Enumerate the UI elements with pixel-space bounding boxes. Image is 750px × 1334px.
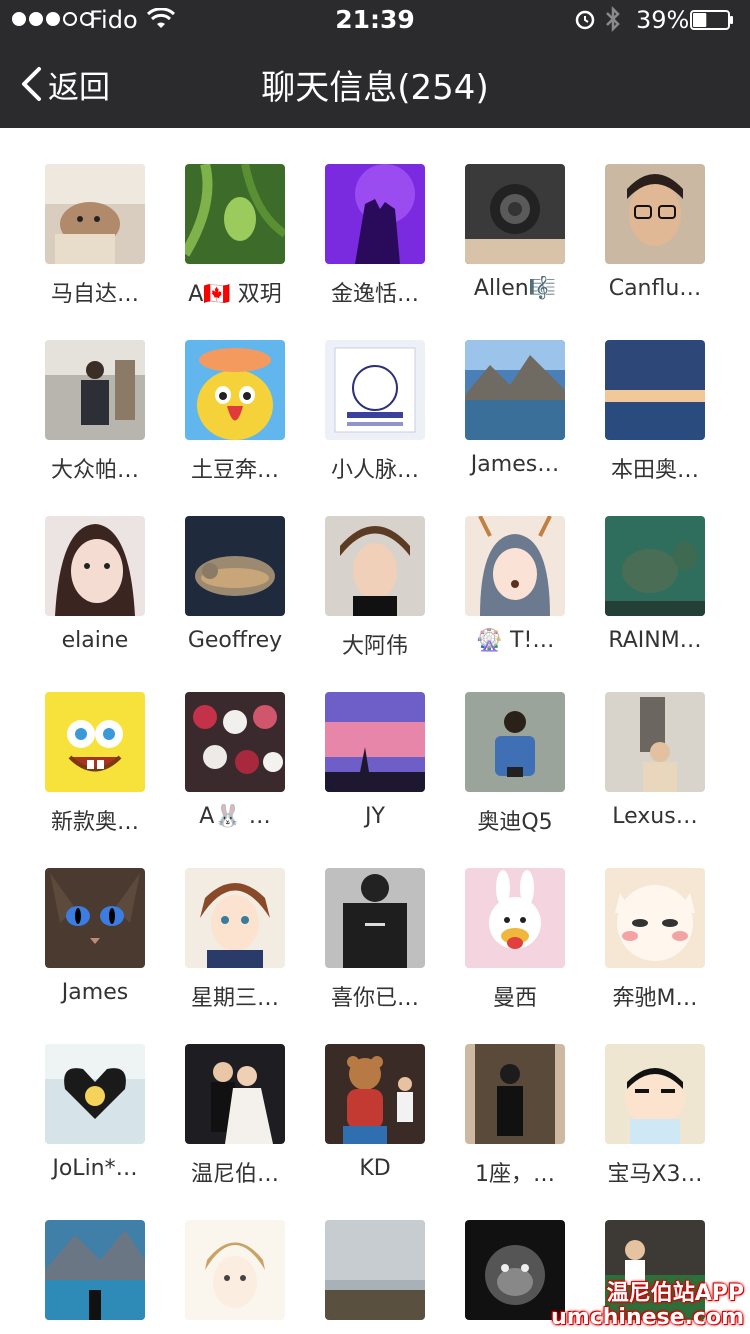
group-member[interactable]: 喜你已… [305, 832, 445, 1011]
member-avatar[interactable] [185, 340, 285, 440]
group-member[interactable]: RAINM… [585, 480, 725, 656]
member-avatar[interactable] [605, 868, 705, 968]
member-avatar[interactable] [325, 340, 425, 440]
member-name: Lexus… [612, 804, 698, 829]
group-member[interactable]: Canflu… [585, 128, 725, 304]
member-avatar[interactable] [465, 1220, 565, 1320]
group-member[interactable]: A🐰 … [165, 656, 305, 832]
member-avatar[interactable] [325, 164, 425, 264]
member-avatar[interactable] [325, 868, 425, 968]
member-name: KD [359, 1156, 391, 1181]
group-member[interactable]: James [25, 832, 165, 1008]
member-avatar[interactable] [605, 340, 705, 440]
member-name: 🎡 T!… [475, 628, 555, 653]
group-member[interactable]: 宝马X3… [585, 1008, 725, 1187]
group-member[interactable]: 土豆奔… [165, 304, 305, 483]
member-avatar[interactable] [185, 516, 285, 616]
member-avatar[interactable] [45, 340, 145, 440]
group-member[interactable]: Lexus… [585, 656, 725, 832]
member-avatar[interactable] [185, 868, 285, 968]
member-avatar[interactable] [465, 164, 565, 264]
member-avatar[interactable] [185, 692, 285, 792]
member-avatar[interactable] [465, 516, 565, 616]
group-member[interactable]: elaine [25, 480, 165, 656]
member-avatar[interactable] [325, 1220, 425, 1320]
member-name: Allen🎼 [473, 276, 557, 301]
battery-percentage: 39% [636, 6, 690, 34]
group-member[interactable]: 温尼伯… [165, 1008, 305, 1187]
group-member[interactable]: 曼西 [445, 832, 585, 1011]
member-name: JoLin*… [52, 1156, 138, 1181]
group-member[interactable] [25, 1184, 165, 1334]
member-avatar[interactable] [45, 516, 145, 616]
member-avatar[interactable] [45, 1220, 145, 1320]
member-name: James… [470, 452, 560, 477]
group-member[interactable]: 1座，… [445, 1008, 585, 1187]
group-member[interactable]: 新款奥… [25, 656, 165, 835]
member-name: elaine [61, 628, 129, 653]
member-avatar[interactable] [465, 340, 565, 440]
member-avatar[interactable] [45, 164, 145, 264]
group-member[interactable]: JoLin*… [25, 1008, 165, 1184]
member-avatar[interactable] [605, 516, 705, 616]
group-member[interactable] [165, 1184, 305, 1334]
member-name: JY [365, 804, 385, 829]
member-avatar[interactable] [465, 692, 565, 792]
member-avatar[interactable] [325, 692, 425, 792]
member-avatar[interactable] [605, 692, 705, 792]
member-name: Geoffrey [187, 628, 283, 653]
group-member[interactable]: 奥迪Q5 [445, 656, 585, 835]
group-member[interactable]: 奔驰M… [585, 832, 725, 1011]
member-avatar[interactable] [45, 692, 145, 792]
group-member[interactable]: KD [305, 1008, 445, 1184]
page-title: 聊天信息(254) [261, 68, 489, 108]
member-avatar[interactable] [325, 1044, 425, 1144]
group-member[interactable]: Allen🎼 [445, 128, 585, 304]
group-member[interactable]: 星期三… [165, 832, 305, 1011]
member-name: Canflu… [608, 276, 702, 301]
group-member[interactable]: 小人脉… [305, 304, 445, 483]
member-avatar[interactable] [325, 516, 425, 616]
group-member[interactable]: 🎡 T!… [445, 480, 585, 656]
group-member[interactable]: 大阿伟 [305, 480, 445, 659]
member-avatar[interactable] [605, 164, 705, 264]
member-avatar[interactable] [45, 1044, 145, 1144]
member-avatar[interactable] [605, 1044, 705, 1144]
group-member[interactable]: JY [305, 656, 445, 832]
site-watermark: 温尼伯站APP umchinese.com [551, 1280, 744, 1330]
group-member[interactable]: James… [445, 304, 585, 480]
member-grid: 马自达… A🇨🇦 双玥 金逸恬… Allen🎼 Canflu… 大众帕… 土豆奔… 小人脉… J… [0, 128, 750, 1334]
status-bar: Fido 21:39 39% [0, 0, 750, 40]
member-name: A🐰 … [199, 804, 271, 829]
member-avatar[interactable] [185, 164, 285, 264]
group-member[interactable]: 金逸恬… [305, 128, 445, 307]
member-name: RAINM… [608, 628, 702, 653]
watermark-line-1: 温尼伯站APP [606, 1280, 744, 1306]
watermark-line-2: umchinese.com [551, 1304, 744, 1330]
member-avatar[interactable] [185, 1220, 285, 1320]
battery-icon [690, 10, 733, 30]
group-member[interactable] [305, 1184, 445, 1334]
group-member[interactable]: Geoffrey [165, 480, 305, 656]
top-bar: Fido 21:39 39% 返回 聊天信息(254) [0, 0, 750, 128]
member-avatar[interactable] [465, 1044, 565, 1144]
member-avatar[interactable] [465, 868, 565, 968]
member-avatar[interactable] [45, 868, 145, 968]
group-member[interactable]: A🇨🇦 双玥 [165, 128, 305, 307]
group-member[interactable]: 本田奥… [585, 304, 725, 483]
group-member[interactable]: 马自达… [25, 128, 165, 307]
group-member[interactable]: 大众帕… [25, 304, 165, 483]
alarm-clock-icon [575, 10, 595, 30]
bluetooth-icon [606, 5, 620, 33]
member-avatar[interactable] [185, 1044, 285, 1144]
member-name: James [61, 980, 129, 1005]
